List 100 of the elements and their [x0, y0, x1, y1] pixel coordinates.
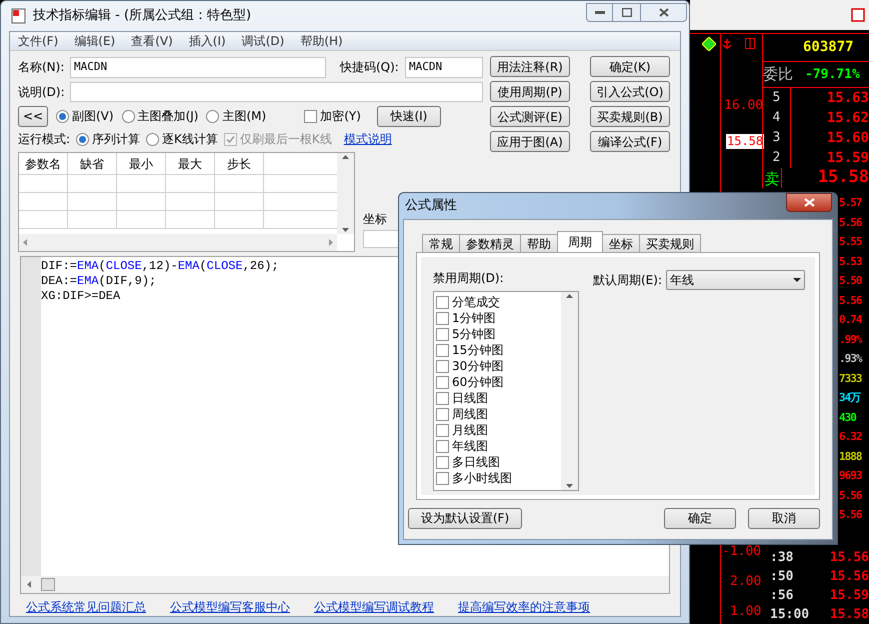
- stock-code: 603877: [803, 38, 854, 57]
- menu-item[interactable]: 查看(V): [131, 32, 173, 50]
- radio-button[interactable]: [56, 110, 69, 122]
- down-arrow-icon[interactable]: [566, 484, 573, 488]
- checkbox[interactable]: [436, 296, 449, 308]
- checkbox[interactable]: [436, 376, 449, 388]
- mode-link[interactable]: 模式说明: [344, 130, 392, 148]
- up-arrow-icon[interactable]: [342, 155, 349, 159]
- checkbox[interactable]: [436, 328, 449, 340]
- field-label: 快捷码(Q):: [340, 59, 400, 76]
- radio-button[interactable]: [122, 110, 135, 122]
- action-button[interactable]: 公式测评(E): [490, 106, 570, 127]
- radio-button[interactable]: [146, 132, 160, 146]
- radio-button[interactable]: [76, 132, 90, 146]
- tab[interactable]: 坐标: [602, 234, 640, 252]
- column-header[interactable]: 最小: [117, 153, 166, 174]
- quote-value: 34万: [838, 390, 862, 406]
- column-header[interactable]: 步长: [215, 153, 264, 174]
- tab[interactable]: 常规: [422, 234, 460, 252]
- checkbox[interactable]: [436, 440, 449, 452]
- checkbox[interactable]: [436, 312, 449, 324]
- minimize-button[interactable]: [586, 3, 613, 22]
- period-option[interactable]: 年线图: [452, 437, 488, 455]
- quote-value: 5.55: [838, 234, 863, 250]
- scrollbar[interactable]: [337, 153, 354, 234]
- code-line: XG:DIF>=DEA: [41, 289, 122, 304]
- period-option[interactable]: 5分钟图: [452, 325, 496, 343]
- default-period-select[interactable]: 年线: [666, 270, 805, 290]
- left-arrow-icon[interactable]: [23, 239, 27, 246]
- maximize-button[interactable]: [613, 3, 640, 22]
- period-option[interactable]: 30分钟图: [452, 357, 504, 375]
- checkbox[interactable]: [436, 424, 449, 436]
- shortcut-field[interactable]: MACDN: [405, 56, 483, 78]
- horizontal-scrollbar[interactable]: [19, 234, 337, 251]
- ok-button[interactable]: 确定: [664, 508, 736, 528]
- action-button[interactable]: 确定(K): [590, 56, 670, 77]
- name-field[interactable]: MACDN: [70, 56, 326, 78]
- diamond-icon[interactable]: [702, 37, 716, 51]
- tab[interactable]: 周期: [557, 231, 603, 252]
- period-option[interactable]: 周线图: [452, 405, 488, 423]
- quote-value: 5.56: [838, 488, 863, 504]
- up-arrow-icon[interactable]: [566, 294, 573, 298]
- close-button[interactable]: [640, 3, 687, 22]
- checkbox[interactable]: [436, 344, 449, 356]
- left-arrow-icon[interactable]: [27, 581, 31, 588]
- down-arrow-icon[interactable]: [342, 228, 349, 232]
- action-button[interactable]: 引入公式(O): [590, 81, 670, 102]
- radio-button[interactable]: [206, 110, 220, 122]
- tab[interactable]: 参数精灵: [459, 234, 521, 252]
- help-link[interactable]: 提高编写效率的注意事项: [458, 598, 590, 616]
- quick-button[interactable]: 快速(I): [376, 106, 441, 126]
- price: 15.58: [816, 166, 869, 190]
- level-label: 2: [763, 148, 791, 168]
- window-icon[interactable]: [745, 38, 755, 49]
- column-header[interactable]: 缺省: [68, 153, 117, 174]
- period-option[interactable]: 60分钟图: [452, 373, 504, 391]
- help-link[interactable]: 公式系统常见问题汇总: [26, 598, 146, 616]
- action-button[interactable]: 应用于图(A): [490, 131, 570, 152]
- collapse-button[interactable]: <<: [18, 106, 48, 126]
- period-option[interactable]: 多小时线图: [452, 469, 512, 487]
- menu-item[interactable]: 调试(D): [242, 32, 284, 50]
- column-header[interactable]: 最大: [166, 153, 215, 174]
- menu-item[interactable]: 插入(I): [188, 32, 226, 50]
- tab[interactable]: 买卖规则: [639, 234, 701, 252]
- menu-item[interactable]: 文件(F): [18, 32, 58, 50]
- description-field[interactable]: [70, 82, 483, 102]
- period-option[interactable]: 日线图: [452, 389, 488, 407]
- quote-value: 6.32: [838, 429, 863, 445]
- menu-item[interactable]: 编辑(E): [74, 32, 116, 50]
- help-link[interactable]: 公式模型编写调试教程: [314, 598, 434, 616]
- action-button[interactable]: 用法注释(R): [490, 56, 570, 77]
- period-option[interactable]: 月线图: [452, 421, 488, 439]
- checkbox[interactable]: [436, 360, 449, 372]
- right-arrow-icon[interactable]: [329, 239, 333, 246]
- scroll-thumb[interactable]: [41, 578, 55, 591]
- help-link[interactable]: 公式模型编写客服中心: [170, 598, 290, 616]
- close-button[interactable]: [786, 193, 832, 212]
- period-option[interactable]: 15分钟图: [452, 341, 504, 359]
- axis-line-label: 坐标: [363, 211, 388, 228]
- checkbox[interactable]: [436, 408, 449, 420]
- action-button[interactable]: 买卖规则(B): [590, 106, 670, 127]
- set-default-button[interactable]: 设为默认设置(F): [408, 508, 522, 528]
- checkbox[interactable]: [304, 110, 318, 122]
- checkbox[interactable]: [436, 472, 449, 484]
- horizontal-scrollbar[interactable]: [21, 576, 669, 593]
- action-button[interactable]: 使用周期(P): [490, 81, 570, 102]
- action-button[interactable]: 编译公式(F): [590, 131, 670, 152]
- app-icon[interactable]: [851, 8, 865, 22]
- anchor-icon[interactable]: [722, 39, 732, 49]
- period-option[interactable]: 分笔成交: [452, 293, 500, 311]
- period-option[interactable]: 1分钟图: [452, 309, 496, 327]
- period-option[interactable]: 多日线图: [452, 453, 500, 471]
- checkbox[interactable]: [436, 392, 449, 404]
- radio-label: 副图(V): [72, 108, 114, 125]
- scrollbar[interactable]: [561, 292, 578, 490]
- column-header[interactable]: 参数名: [19, 153, 68, 174]
- cancel-button[interactable]: 取消: [748, 508, 820, 528]
- checkbox[interactable]: [436, 456, 449, 468]
- menu-item[interactable]: 帮助(H): [300, 32, 343, 50]
- tab[interactable]: 帮助: [520, 234, 558, 252]
